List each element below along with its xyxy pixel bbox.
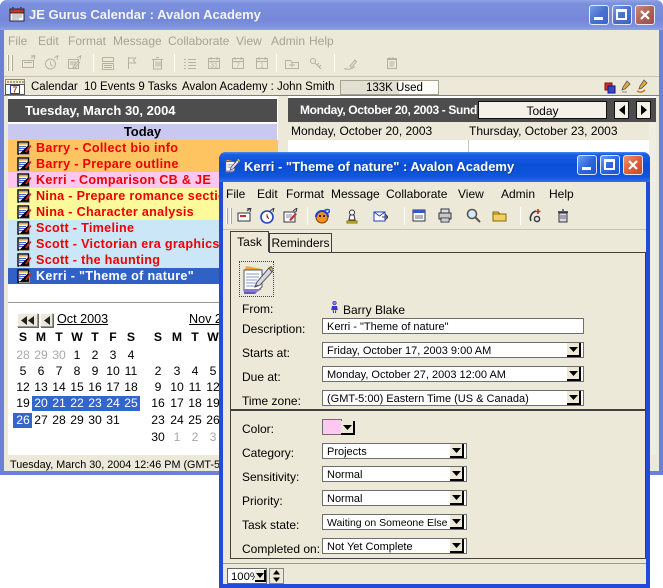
svg-text:1: 1 [260,63,264,70]
svg-text:31: 31 [210,63,218,70]
svg-text:7: 7 [236,63,240,70]
svg-text:7: 7 [13,85,18,95]
